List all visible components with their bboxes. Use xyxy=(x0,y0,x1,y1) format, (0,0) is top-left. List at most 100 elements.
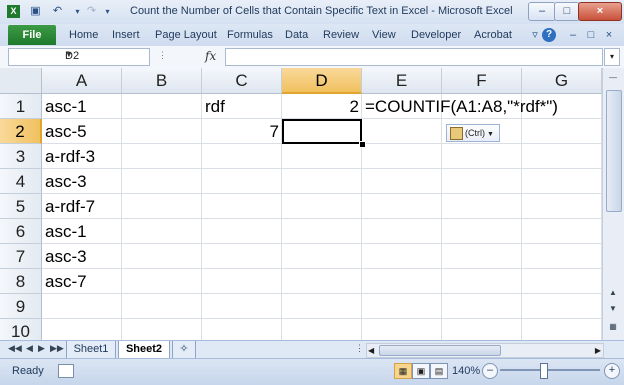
row-header-10[interactable]: 10 xyxy=(0,319,42,340)
maximize-button[interactable]: □ xyxy=(554,2,580,21)
tab-file[interactable]: File xyxy=(8,25,56,45)
undo-dropdown-icon[interactable]: ▾ xyxy=(70,4,85,19)
tab-acrobat[interactable]: Acrobat xyxy=(474,29,512,41)
scroll-up-arrow-icon[interactable]: ▲ xyxy=(605,286,621,300)
row-header-9[interactable]: 9 xyxy=(0,294,42,319)
scroll-down-arrow-icon[interactable]: ▼ xyxy=(605,302,621,316)
excel-icon[interactable]: X xyxy=(6,4,21,19)
tab-page-layout[interactable]: Page Layout xyxy=(155,29,217,41)
cell-c1[interactable]: rdf xyxy=(205,94,225,119)
view-split-icon[interactable]: ▦ xyxy=(605,320,621,334)
workbook-close-icon[interactable]: × xyxy=(602,28,616,42)
save-icon[interactable]: ▣ xyxy=(28,4,43,19)
cell-a4[interactable]: asc-3 xyxy=(45,169,87,194)
page-break-view-icon[interactable]: ▤ xyxy=(430,363,448,379)
paste-options-dropdown-icon: ▼ xyxy=(487,131,494,138)
row-header-5[interactable]: 5 xyxy=(0,194,42,219)
window-title: Count the Number of Cells that Contain S… xyxy=(130,5,513,17)
insert-function-icon[interactable]: fx xyxy=(205,49,216,63)
tab-view[interactable]: View xyxy=(372,29,396,41)
scroll-left-arrow-icon[interactable]: ◀ xyxy=(368,344,374,357)
row-header-1[interactable]: 1 xyxy=(0,94,42,119)
sheet-tab-sheet1[interactable]: Sheet1 xyxy=(66,341,116,359)
normal-view-icon[interactable]: ▦ xyxy=(394,363,412,379)
active-cell-d2[interactable] xyxy=(282,119,362,144)
insert-sheet-icon[interactable]: ✧ xyxy=(172,341,196,359)
cell-a3[interactable]: a-rdf-3 xyxy=(45,144,95,169)
split-box-icon[interactable]: — xyxy=(605,71,621,85)
zoom-slider-thumb[interactable] xyxy=(540,363,548,379)
tab-home[interactable]: Home xyxy=(69,29,98,41)
zoom-out-icon[interactable]: – xyxy=(482,363,498,379)
formula-bar: D2 ▼ ⋮ fx ▾ xyxy=(0,46,624,69)
tab-review[interactable]: Review xyxy=(323,29,359,41)
cell-a2[interactable]: asc-5 xyxy=(45,119,87,144)
column-header-e[interactable]: E xyxy=(362,68,442,94)
workbook-restore-icon[interactable]: □ xyxy=(584,28,598,42)
gridline xyxy=(121,94,122,340)
gridline xyxy=(42,293,602,294)
row-header-7[interactable]: 7 xyxy=(0,244,42,269)
tab-data[interactable]: Data xyxy=(285,29,308,41)
row-header-3[interactable]: 3 xyxy=(0,144,42,169)
last-sheet-icon[interactable]: ▶▶ xyxy=(50,343,64,354)
horizontal-scrollbar[interactable]: ◀ ▶ xyxy=(366,343,604,358)
expand-formula-bar-icon[interactable]: ▾ xyxy=(604,48,620,66)
name-box-dropdown-icon[interactable]: ▼ xyxy=(65,50,146,59)
column-header-a[interactable]: A xyxy=(42,68,122,94)
cell-a1[interactable]: asc-1 xyxy=(45,94,87,119)
workbook-minimize-icon[interactable]: – xyxy=(566,28,580,42)
cell-d1[interactable]: 2 xyxy=(282,94,359,119)
page-layout-view-icon[interactable]: ▣ xyxy=(412,363,430,379)
column-header-d[interactable]: D xyxy=(282,68,362,94)
tab-formulas[interactable]: Formulas xyxy=(227,29,273,41)
row-header-2[interactable]: 2 xyxy=(0,119,42,144)
cell-a8[interactable]: asc-7 xyxy=(45,269,87,294)
minimize-ribbon-icon[interactable]: ▿ xyxy=(528,28,542,42)
row-header-6[interactable]: 6 xyxy=(0,219,42,244)
horizontal-scroll-thumb[interactable] xyxy=(379,345,501,356)
scroll-right-arrow-icon[interactable]: ▶ xyxy=(595,344,601,357)
first-sheet-icon[interactable]: ◀◀ xyxy=(8,343,22,354)
prev-sheet-icon[interactable]: ◀ xyxy=(26,343,33,354)
vertical-scrollbar[interactable]: — ▲ ▼ ▦ xyxy=(602,68,624,340)
undo-icon[interactable]: ↶ xyxy=(50,4,65,19)
cell-a5[interactable]: a-rdf-7 xyxy=(45,194,95,219)
column-header-f[interactable]: F xyxy=(442,68,522,94)
sheet-tab-sheet2[interactable]: Sheet2 xyxy=(118,341,170,359)
row-header-8[interactable]: 8 xyxy=(0,269,42,294)
help-icon[interactable]: ? xyxy=(542,28,556,42)
name-box[interactable]: D2 ▼ xyxy=(8,48,150,66)
vertical-scroll-thumb[interactable] xyxy=(606,90,622,212)
cell-c2[interactable]: 7 xyxy=(202,119,279,144)
tab-split-icon[interactable]: ⋮ xyxy=(355,343,364,354)
close-button[interactable]: × xyxy=(578,2,622,21)
tab-insert[interactable]: Insert xyxy=(112,29,140,41)
paste-options-button[interactable]: (Ctrl) ▼ xyxy=(446,124,500,142)
gridline xyxy=(441,94,442,340)
fill-handle[interactable] xyxy=(359,141,366,148)
column-header-c[interactable]: C xyxy=(202,68,282,94)
gridline xyxy=(42,218,602,219)
column-header-g[interactable]: G xyxy=(522,68,602,94)
customize-toolbar-icon[interactable]: ▾ xyxy=(100,4,115,19)
column-header-b[interactable]: B xyxy=(122,68,202,94)
cell-a7[interactable]: asc-3 xyxy=(45,244,87,269)
gridline xyxy=(42,193,602,194)
gridline xyxy=(521,94,522,340)
formula-input[interactable] xyxy=(225,48,603,66)
cell-a6[interactable]: asc-1 xyxy=(45,219,87,244)
cell-e1[interactable]: =COUNTIF(A1:A8,"*rdf*") xyxy=(365,94,558,119)
select-all-corner[interactable] xyxy=(0,68,42,94)
zoom-level[interactable]: 140% xyxy=(452,365,480,377)
redo-icon: ↷ xyxy=(86,5,97,17)
zoom-slider[interactable] xyxy=(500,369,600,371)
tab-developer[interactable]: Developer xyxy=(411,29,461,41)
zoom-in-icon[interactable]: + xyxy=(604,363,620,379)
record-macro-icon[interactable] xyxy=(58,364,74,378)
next-sheet-icon[interactable]: ▶ xyxy=(38,343,45,354)
row-header-4[interactable]: 4 xyxy=(0,169,42,194)
minimize-button[interactable]: – xyxy=(528,2,556,21)
formula-bar-grip-icon[interactable]: ⋮ xyxy=(158,50,167,61)
worksheet-grid[interactable]: A B C D E F G 1 2 3 4 5 6 7 8 9 10 asc-1… xyxy=(0,68,602,340)
